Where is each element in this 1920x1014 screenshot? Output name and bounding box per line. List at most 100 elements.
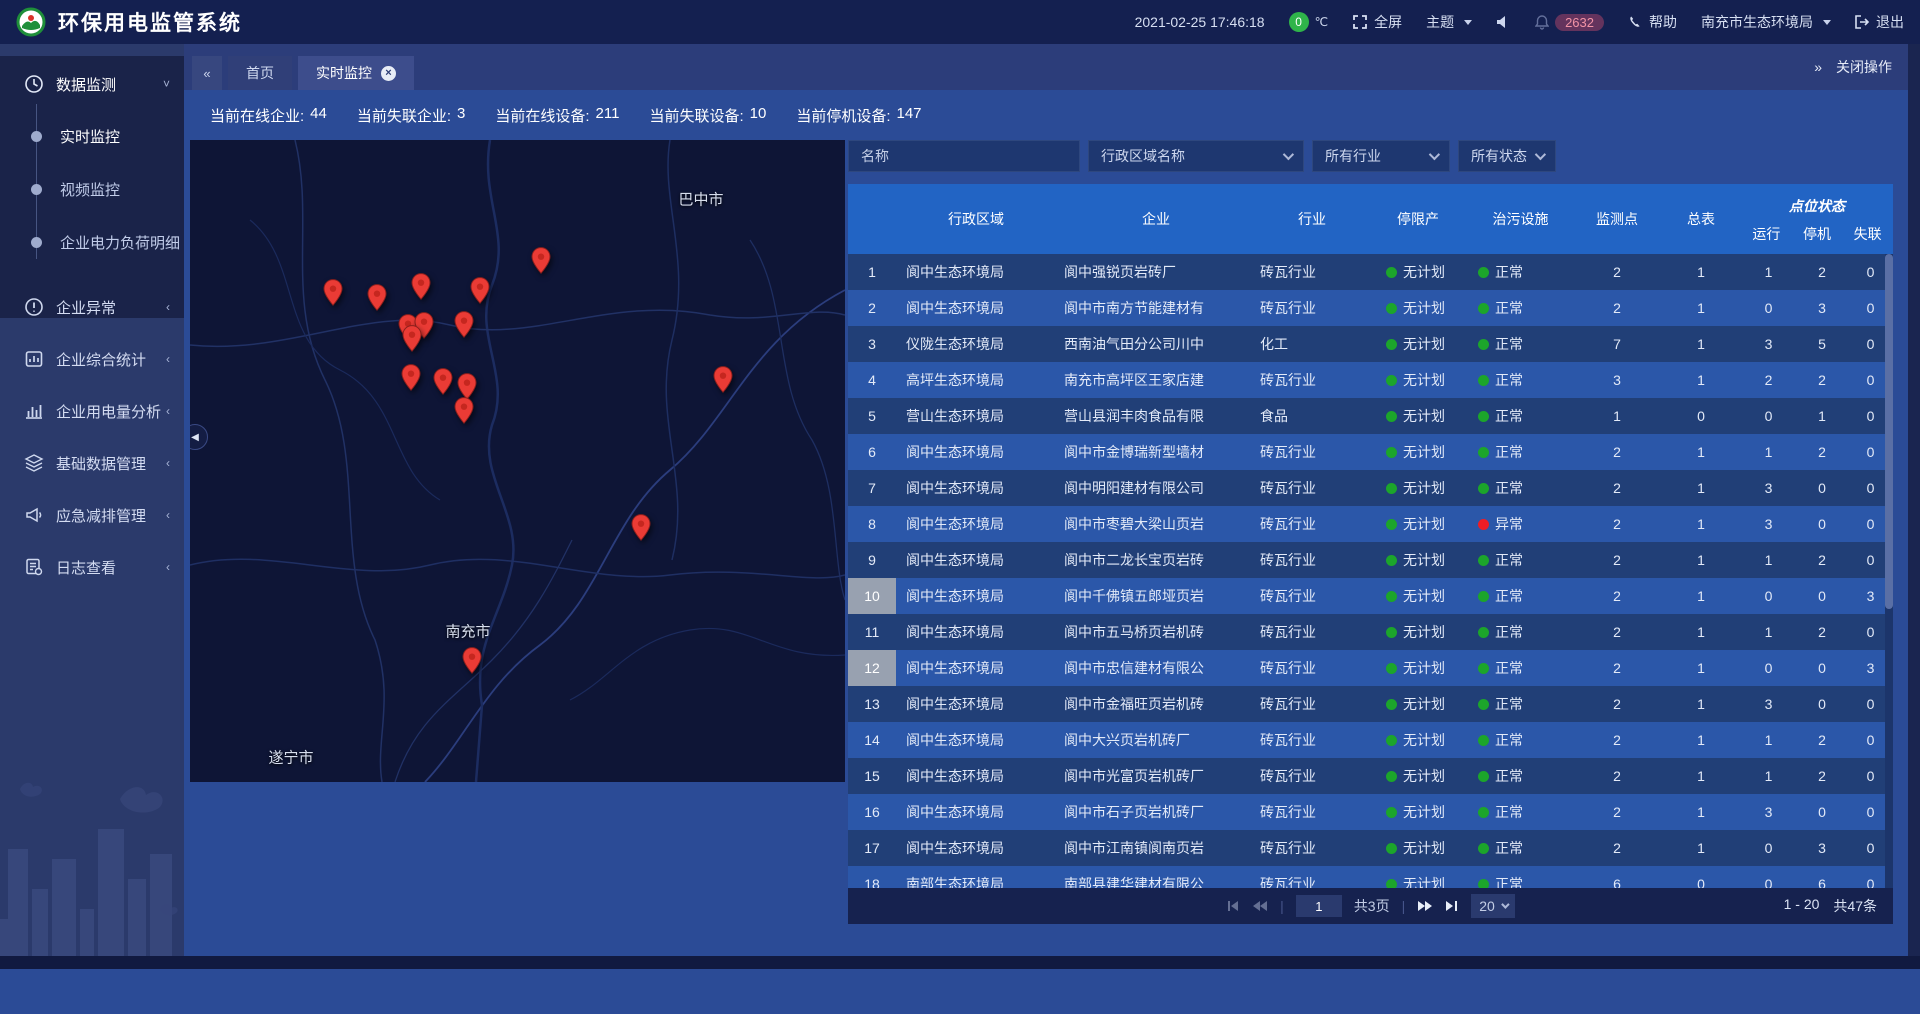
table-row[interactable]: 13 阆中生态环境局 阆中市金福旺页岩机砖 砖瓦行业 无计划 正常 2 1 3 … bbox=[848, 686, 1893, 722]
cell-company: 阆中市石子页岩机砖厂 bbox=[1056, 794, 1256, 830]
map-pin[interactable] bbox=[366, 284, 388, 312]
table-row[interactable]: 1 阆中生态环境局 阆中强锐页岩砖厂 砖瓦行业 无计划 正常 2 1 1 2 0 bbox=[848, 254, 1893, 290]
notifications[interactable]: 2632 bbox=[1535, 14, 1604, 31]
tab-home[interactable]: 首页 bbox=[228, 56, 292, 90]
cell-production-status: 无计划 bbox=[1368, 434, 1468, 470]
sidebar-item-basic-data-management[interactable]: 基础数据管理 ‹ bbox=[0, 437, 184, 489]
map-pin[interactable] bbox=[453, 311, 475, 339]
tabs-scroll-left-button[interactable]: « bbox=[192, 56, 222, 90]
map-city-label: 遂宁市 bbox=[268, 747, 313, 768]
next-page-button[interactable] bbox=[1417, 900, 1433, 912]
col-header-industry: 行业 bbox=[1256, 184, 1368, 254]
sidebar-item-log-view[interactable]: 日志查看 ‹ bbox=[0, 541, 184, 593]
close-tab-icon[interactable]: × bbox=[381, 66, 396, 81]
sidebar-item-emergency-reduction[interactable]: 应急减排管理 ‹ bbox=[0, 489, 184, 541]
log-file-icon bbox=[24, 557, 44, 577]
cell-stopped: 0 bbox=[1796, 794, 1848, 830]
last-page-button[interactable] bbox=[1445, 900, 1459, 912]
col-group-point-status: 点位状态 运行 停机 失联 bbox=[1741, 184, 1893, 254]
chevron-down-icon bbox=[1823, 20, 1831, 25]
table-row[interactable]: 6 阆中生态环境局 阆中市金博瑞新型墙材 砖瓦行业 无计划 正常 2 1 1 2… bbox=[848, 434, 1893, 470]
map-pin[interactable] bbox=[469, 277, 491, 305]
row-index: 10 bbox=[848, 578, 896, 614]
theme-dropdown[interactable]: 主题 bbox=[1426, 12, 1472, 32]
sidebar-item-video-monitoring[interactable]: 视频监控 bbox=[0, 163, 184, 216]
stat-online-enterprises: 当前在线企业:44 bbox=[210, 105, 327, 126]
table-row[interactable]: 16 阆中生态环境局 阆中市石子页岩机砖厂 砖瓦行业 无计划 正常 2 1 3 … bbox=[848, 794, 1893, 830]
table-row[interactable]: 4 高坪生态环境局 南充市高坪区王家店建 砖瓦行业 无计划 正常 3 1 2 2… bbox=[848, 362, 1893, 398]
cell-region: 阆中生态环境局 bbox=[896, 578, 1056, 614]
map-pin[interactable] bbox=[401, 325, 423, 353]
sidebar-item-data-monitoring[interactable]: 数据监测 ˅ bbox=[0, 58, 184, 110]
cell-production-status: 无计划 bbox=[1368, 830, 1468, 866]
status-select[interactable]: 所有状态 bbox=[1458, 140, 1556, 172]
page-title: 环保用电监管系统 bbox=[58, 7, 242, 37]
row-index: 2 bbox=[848, 290, 896, 326]
map-pin[interactable] bbox=[530, 247, 552, 275]
first-page-button[interactable] bbox=[1226, 900, 1240, 912]
table-row[interactable]: 18 南部生态环境局 南部县建华建材有限公 砖瓦行业 无计划 正常 6 0 0 … bbox=[848, 866, 1893, 888]
cell-company: 阆中明阳建材有限公司 bbox=[1056, 470, 1256, 506]
status-dot-icon bbox=[1478, 591, 1489, 602]
mute-button[interactable] bbox=[1496, 15, 1511, 29]
sidebar-item-enterprise-abnormal[interactable]: 企业异常 ‹ bbox=[0, 281, 184, 333]
table-row[interactable]: 15 阆中生态环境局 阆中市光富页岩机砖厂 砖瓦行业 无计划 正常 2 1 1 … bbox=[848, 758, 1893, 794]
user-dropdown[interactable]: 南充市生态环境局 bbox=[1701, 12, 1831, 32]
temperature-unit: ℃ bbox=[1315, 15, 1328, 29]
scrollbar-thumb[interactable] bbox=[1885, 254, 1893, 609]
map-pin[interactable] bbox=[453, 397, 475, 425]
cell-stopped: 0 bbox=[1796, 686, 1848, 722]
sidebar-item-power-load-detail[interactable]: 企业电力负荷明细 bbox=[0, 216, 184, 269]
table-row[interactable]: 10 阆中生态环境局 阆中千佛镇五郎垭页岩 砖瓦行业 无计划 正常 2 1 0 … bbox=[848, 578, 1893, 614]
page-number-input[interactable] bbox=[1296, 895, 1342, 917]
map-pin[interactable] bbox=[432, 368, 454, 396]
table-row[interactable]: 7 阆中生态环境局 阆中明阳建材有限公司 砖瓦行业 无计划 正常 2 1 3 0… bbox=[848, 470, 1893, 506]
help-button[interactable]: 帮助 bbox=[1628, 12, 1677, 32]
chevron-left-icon: ‹ bbox=[166, 404, 170, 418]
table-row[interactable]: 17 阆中生态环境局 阆中市江南镇阆南页岩 砖瓦行业 无计划 正常 2 1 0 … bbox=[848, 830, 1893, 866]
cell-facility-status: 正常 bbox=[1468, 434, 1573, 470]
map-pin[interactable] bbox=[410, 273, 432, 301]
table-row[interactable]: 2 阆中生态环境局 阆中市南方节能建材有 砖瓦行业 无计划 正常 2 1 0 3… bbox=[848, 290, 1893, 326]
cell-monitor-points: 2 bbox=[1573, 830, 1661, 866]
table-row[interactable]: 14 阆中生态环境局 阆中大兴页岩机砖厂 砖瓦行业 无计划 正常 2 1 1 2… bbox=[848, 722, 1893, 758]
region-select[interactable]: 行政区域名称 bbox=[1088, 140, 1304, 172]
sidebar-item-enterprise-statistics[interactable]: 企业综合统计 ‹ bbox=[0, 333, 184, 385]
close-operations-button[interactable]: 关闭操作 bbox=[1836, 57, 1892, 77]
status-dot-icon bbox=[1386, 879, 1397, 889]
table-row[interactable]: 12 阆中生态环境局 阆中市忠信建材有限公 砖瓦行业 无计划 正常 2 1 0 … bbox=[848, 650, 1893, 686]
map-pin[interactable] bbox=[630, 514, 652, 542]
cell-meters: 1 bbox=[1661, 686, 1741, 722]
map-pin[interactable] bbox=[712, 366, 734, 394]
table-row[interactable]: 5 营山生态环境局 营山县润丰肉食品有限 食品 无计划 正常 1 0 0 1 0 bbox=[848, 398, 1893, 434]
cell-meters: 0 bbox=[1661, 866, 1741, 888]
prev-page-button[interactable] bbox=[1252, 900, 1268, 912]
industry-select[interactable]: 所有行业 bbox=[1312, 140, 1450, 172]
map-pin[interactable] bbox=[322, 279, 344, 307]
page-size-select[interactable]: 20 bbox=[1471, 894, 1515, 918]
scrollbar-track[interactable] bbox=[1885, 254, 1893, 888]
tabs-scroll-right-button[interactable]: » bbox=[1814, 59, 1822, 75]
name-search-input[interactable] bbox=[861, 148, 1067, 164]
table-row[interactable]: 9 阆中生态环境局 阆中市二龙长宝页岩砖 砖瓦行业 无计划 正常 2 1 1 2… bbox=[848, 542, 1893, 578]
tab-realtime-monitoring[interactable]: 实时监控 × bbox=[298, 56, 414, 90]
table-row[interactable]: 8 阆中生态环境局 阆中市枣碧大梁山页岩 砖瓦行业 无计划 异常 2 1 3 0… bbox=[848, 506, 1893, 542]
logout-button[interactable]: 退出 bbox=[1855, 12, 1904, 32]
cell-meters: 1 bbox=[1661, 830, 1741, 866]
map-panel[interactable]: 巴中市南充市遂宁市 ◀ bbox=[190, 140, 845, 782]
row-index: 18 bbox=[848, 866, 896, 888]
fullscreen-button[interactable]: 全屏 bbox=[1352, 12, 1402, 32]
table-row[interactable]: 3 仪陇生态环境局 西南油气田分公司川中 化工 无计划 正常 7 1 3 5 0 bbox=[848, 326, 1893, 362]
status-dot-icon bbox=[1478, 807, 1489, 818]
cell-region: 阆中生态环境局 bbox=[896, 722, 1056, 758]
cell-region: 阆中生态环境局 bbox=[896, 794, 1056, 830]
map-pin[interactable] bbox=[400, 364, 422, 392]
map-pin[interactable] bbox=[461, 647, 483, 675]
cell-company: 阆中市光富页岩机砖厂 bbox=[1056, 758, 1256, 794]
cell-production-status: 无计划 bbox=[1368, 470, 1468, 506]
name-search-field[interactable] bbox=[848, 140, 1080, 172]
sidebar-item-realtime-monitoring[interactable]: 实时监控 bbox=[0, 110, 184, 163]
table-row[interactable]: 11 阆中生态环境局 阆中市五马桥页岩机砖 砖瓦行业 无计划 正常 2 1 1 … bbox=[848, 614, 1893, 650]
sidebar-item-power-usage-analysis[interactable]: 企业用电量分析 ‹ bbox=[0, 385, 184, 437]
status-dot-icon bbox=[1386, 303, 1397, 314]
